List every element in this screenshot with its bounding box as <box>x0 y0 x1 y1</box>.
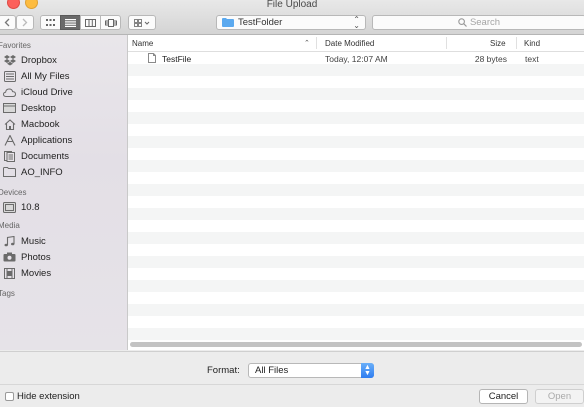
location-popup[interactable]: TestFolder ⌃ ⌄ <box>216 15 366 30</box>
column-name[interactable]: Name <box>132 39 153 48</box>
table-row[interactable]: TestFile Today, 12:07 AM 28 bytes text <box>128 52 584 64</box>
disk-icon <box>3 201 16 213</box>
sidebar-item-photos[interactable]: Photos <box>3 250 51 264</box>
file-date-modified: Today, 12:07 AM <box>325 54 388 64</box>
sidebar-item-label: Documents <box>21 150 70 162</box>
search-icon <box>458 18 467 27</box>
cover-flow-icon <box>104 18 117 27</box>
format-label: Format: <box>207 365 240 376</box>
sort-ascending-icon: ⌃ <box>304 40 310 47</box>
chevron-left-icon <box>4 18 10 27</box>
sidebar-item-label: iCloud Drive <box>21 86 73 98</box>
camera-icon <box>3 251 16 263</box>
sidebar-section-media: Media <box>0 221 20 230</box>
dialog-footer: Hide extension Cancel Open <box>0 384 584 407</box>
column-size[interactable]: Size <box>490 39 506 48</box>
sidebar-item-desktop[interactable]: Desktop <box>3 101 56 115</box>
applications-icon <box>3 134 16 146</box>
sidebar-item-music[interactable]: Music <box>3 234 46 248</box>
sidebar-item-applications[interactable]: Applications <box>3 133 72 147</box>
row-stripes <box>128 52 584 340</box>
sidebar-item-label: Desktop <box>21 102 56 114</box>
forward-button[interactable] <box>16 15 34 30</box>
cover-flow-view-button[interactable] <box>100 15 121 30</box>
column-divider[interactable] <box>516 37 517 49</box>
sidebar-item-macbook[interactable]: Macbook <box>3 117 60 131</box>
all-files-icon <box>3 70 16 82</box>
file-name: TestFile <box>162 54 192 64</box>
toolbar: File Upload TestFolder ⌃ ⌄ Search <box>0 0 584 35</box>
grid-icon <box>46 18 55 26</box>
chevron-right-icon <box>22 18 28 27</box>
sidebar-section-favorites: Favorites <box>0 41 31 50</box>
column-kind[interactable]: Kind <box>524 39 540 48</box>
format-value: All Files <box>255 365 289 376</box>
search-placeholder: Search <box>469 17 501 28</box>
column-divider[interactable] <box>316 37 317 49</box>
sidebar-item-label: Music <box>21 235 46 247</box>
sidebar-item-ao-info[interactable]: AO_INFO <box>3 165 63 179</box>
column-view-button[interactable] <box>80 15 101 30</box>
dropbox-icon <box>3 54 16 66</box>
file-kind: text <box>525 54 539 64</box>
sidebar-section-devices: Devices <box>0 188 27 197</box>
film-icon <box>3 267 16 279</box>
sidebar-item-label: 10.8 <box>21 201 40 213</box>
icon-view-button[interactable] <box>40 15 61 30</box>
cancel-button[interactable]: Cancel <box>479 389 528 404</box>
sidebar: Favorites Dropbox All My Files iCloud Dr… <box>0 35 128 350</box>
sidebar-item-label: Dropbox <box>21 54 57 66</box>
sidebar-item-movies[interactable]: Movies <box>3 266 51 280</box>
sidebar-item-label: AO_INFO <box>21 166 63 178</box>
file-size: 28 bytes <box>474 54 507 64</box>
folder-icon <box>3 166 16 178</box>
sidebar-item-label: Movies <box>21 267 52 279</box>
location-label: TestFolder <box>238 17 283 28</box>
column-date-modified[interactable]: Date Modified <box>325 39 374 48</box>
sidebar-item-all-my-files[interactable]: All My Files <box>3 69 70 83</box>
documents-icon <box>3 150 16 162</box>
column-header: Name ⌃ Date Modified Size Kind <box>128 35 584 52</box>
sidebar-item-label: Photos <box>21 251 51 263</box>
list-icon <box>65 18 76 27</box>
sidebar-item-label: Macbook <box>21 118 60 130</box>
sidebar-item-10-8[interactable]: 10.8 <box>3 200 40 214</box>
open-button[interactable]: Open <box>535 389 584 404</box>
cloud-icon <box>3 86 16 98</box>
column-divider[interactable] <box>446 37 447 49</box>
text-file-icon <box>148 53 156 65</box>
accessory-view: Format: All Files ▲ ▼ <box>0 351 584 384</box>
back-button[interactable] <box>0 15 16 30</box>
sidebar-item-label: All My Files <box>21 70 70 82</box>
sidebar-item-documents[interactable]: Documents <box>3 149 69 163</box>
hide-extension-checkbox[interactable] <box>5 392 14 401</box>
arrange-grid-icon <box>134 18 150 27</box>
sidebar-item-icloud-drive[interactable]: iCloud Drive <box>3 85 73 99</box>
up-down-arrows-icon: ⌃ ⌄ <box>353 15 360 30</box>
columns-icon <box>85 18 96 27</box>
sidebar-item-label: Applications <box>21 134 73 146</box>
window-title: File Upload <box>266 0 318 10</box>
search-field[interactable]: Search <box>372 15 584 30</box>
arrange-button[interactable] <box>128 15 156 30</box>
file-list: Name ⌃ Date Modified Size Kind TestFile … <box>128 35 584 350</box>
format-select[interactable]: All Files ▲ ▼ <box>248 363 374 378</box>
up-down-arrows-icon: ▲ ▼ <box>361 363 374 378</box>
hide-extension-label[interactable]: Hide extension <box>17 391 80 402</box>
home-icon <box>3 118 16 130</box>
horizontal-scrollbar[interactable] <box>130 342 582 347</box>
folder-icon <box>222 18 234 27</box>
desktop-icon <box>3 102 16 114</box>
music-icon <box>3 235 16 247</box>
list-view-button[interactable] <box>60 15 81 30</box>
sidebar-section-tags: Tags <box>0 289 15 298</box>
sidebar-item-dropbox[interactable]: Dropbox <box>3 53 57 67</box>
